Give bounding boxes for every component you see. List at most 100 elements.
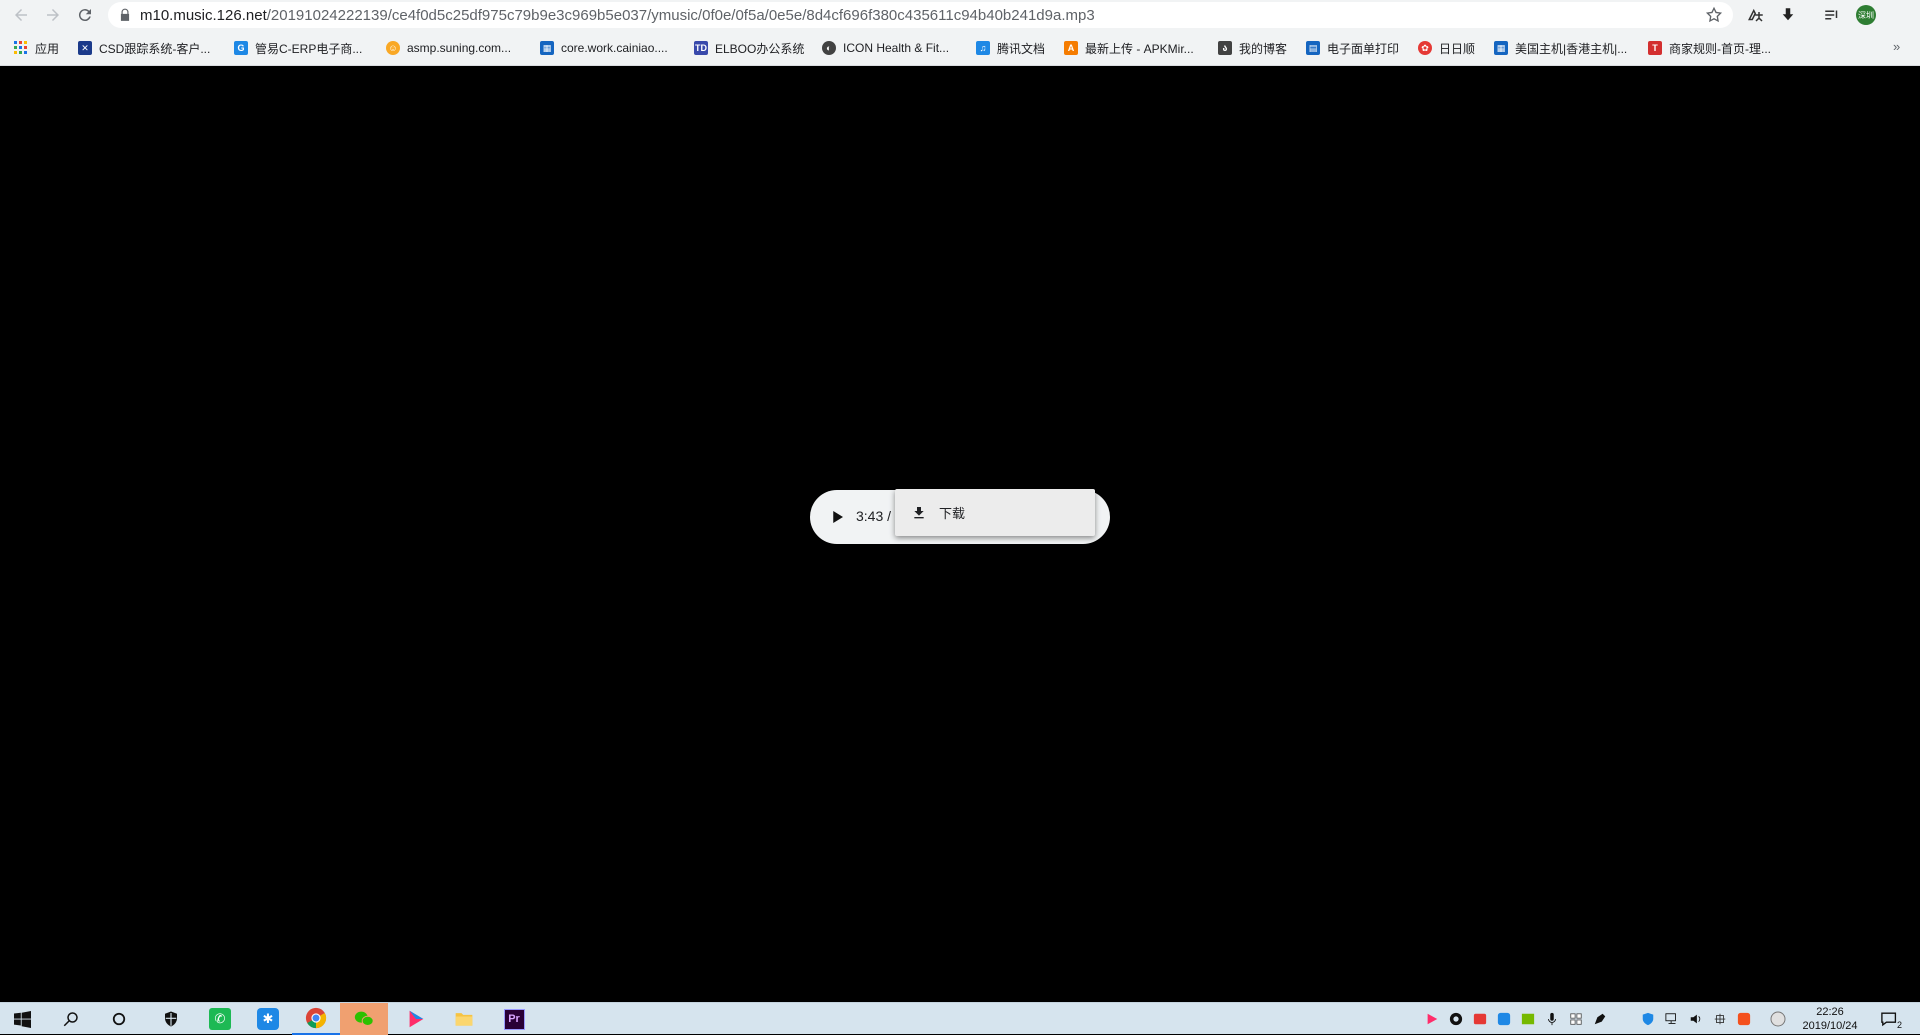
bookmark-cainiao[interactable]: ▦ core.work.cainiao....: [540, 39, 668, 57]
tray-network-icon[interactable]: [1664, 1011, 1680, 1027]
taskbar-app-premiere[interactable]: Pr: [490, 1003, 538, 1035]
bookmark-label: asmp.suning.com...: [407, 41, 512, 55]
arrow-left-icon: [15, 9, 27, 21]
csd-icon: ✕: [78, 41, 92, 55]
bookmark-tmall[interactable]: T 商家规则-首页-理...: [1648, 39, 1771, 57]
cortana-icon[interactable]: [108, 1008, 130, 1030]
download-menu-item[interactable]: 下载: [939, 503, 965, 522]
star-app-icon: ✱: [257, 1008, 279, 1030]
td-icon: TD: [694, 41, 708, 55]
chrome-icon: [305, 1007, 327, 1029]
bookmark-label: ELBOO办公系统: [715, 41, 805, 56]
lock-icon: [118, 8, 132, 22]
bookmark-label: core.work.cainiao....: [561, 41, 668, 55]
download-extension-icon[interactable]: [1778, 5, 1798, 25]
bookmark-apps[interactable]: 应用: [14, 39, 59, 57]
bookmark-host[interactable]: ▦ 美国主机|香港主机|...: [1494, 39, 1627, 57]
bookmark-elboo[interactable]: TD ELBOO办公系统: [694, 39, 804, 57]
cainiao-icon: ▦: [540, 41, 554, 55]
bookmark-label: 腾讯文档: [997, 41, 1046, 56]
apkmirror-icon: A: [1064, 41, 1078, 55]
guanyi-icon: G: [234, 41, 248, 55]
tray-microphone-icon[interactable]: [1544, 1011, 1560, 1027]
bookmark-rrs[interactable]: ✿ 日日顺: [1418, 39, 1475, 57]
icon-health-icon: ◐: [822, 41, 836, 55]
tray-shutter-icon[interactable]: [1448, 1011, 1464, 1027]
tmall-icon: T: [1648, 41, 1662, 55]
browser-toolbar: m10.music.126.net/20191024222139/ce4f0d5…: [0, 0, 1920, 30]
clock-date: 2019/10/24: [1802, 1020, 1858, 1032]
url-path: /20191024222139/ce4f0d5c25df975c79b9e3c9…: [266, 6, 1095, 24]
search-icon[interactable]: [60, 1008, 82, 1030]
taskbar-app-explorer[interactable]: [440, 1003, 488, 1035]
taskbar-app-wechat[interactable]: [340, 1003, 388, 1035]
windows-start-icon[interactable]: [11, 1008, 33, 1030]
translate-extension-icon[interactable]: [1746, 5, 1766, 25]
reload-icon: [78, 9, 91, 22]
notification-count: 2: [1896, 1020, 1902, 1030]
bookmark-guanyi[interactable]: G 管易C-ERP电子商...: [234, 39, 362, 57]
play-icon[interactable]: [828, 508, 846, 526]
taskbar-app-chrome[interactable]: [292, 1003, 340, 1035]
bookmark-label: 最新上传 - APKMir...: [1085, 41, 1194, 56]
taskbar-app-dingtalk[interactable]: ✱: [244, 1003, 292, 1035]
wechat-icon: [354, 1011, 374, 1026]
bookmark-label: 商家规则-首页-理...: [1669, 41, 1771, 56]
bookmark-star-icon[interactable]: [1705, 6, 1723, 24]
windows-taskbar: ✆ ✱ Pr 22:26 2019/10/24 2: [0, 1002, 1920, 1035]
profile-avatar[interactable]: 深圳: [1856, 5, 1876, 25]
bookmark-suning[interactable]: ☺ asmp.suning.com...: [386, 39, 511, 57]
tray-assistant-icon[interactable]: [1770, 1011, 1786, 1027]
bookmark-blog[interactable]: ა 我的博客: [1218, 39, 1287, 57]
playlist-extension-icon[interactable]: [1822, 5, 1842, 25]
arrow-right-icon: [47, 9, 59, 21]
tray-defender-icon[interactable]: [1640, 1011, 1656, 1027]
tray-grid-icon[interactable]: [1568, 1011, 1584, 1027]
tray-ime-icon[interactable]: [1712, 1011, 1728, 1027]
tray-nvidia-icon[interactable]: [1520, 1011, 1536, 1027]
phone-app-icon: ✆: [209, 1008, 231, 1030]
video-app-icon: [409, 1010, 424, 1028]
rrs-icon: ✿: [1418, 41, 1432, 55]
tray-volume-icon[interactable]: [1688, 1011, 1704, 1027]
suning-icon: ☺: [386, 41, 400, 55]
action-center-icon[interactable]: 2: [1880, 1011, 1902, 1030]
tencent-docs-icon: ♫: [976, 41, 990, 55]
address-bar[interactable]: m10.music.126.net/20191024222139/ce4f0d5…: [108, 2, 1733, 28]
taskbar-app-phone[interactable]: ✆: [196, 1003, 244, 1035]
clock-time: 22:26: [1816, 1006, 1844, 1018]
taskbar-app-video[interactable]: [392, 1003, 440, 1035]
back-button[interactable]: [10, 4, 32, 26]
tray-red-app-icon[interactable]: [1472, 1011, 1488, 1027]
download-icon: [914, 506, 924, 518]
bookmark-csd[interactable]: ✕ CSD跟踪系统-客户...: [78, 39, 210, 57]
tray-sogou-icon[interactable]: [1736, 1011, 1752, 1027]
player-overflow-menu: 下载: [895, 489, 1095, 536]
bookmark-label: 管易C-ERP电子商...: [255, 41, 363, 56]
tray-video-app-icon[interactable]: [1424, 1011, 1440, 1027]
bookmark-label: CSD跟踪系统-客户...: [99, 41, 211, 56]
bookmark-tencent-docs[interactable]: ♫ 腾讯文档: [976, 39, 1045, 57]
bookmark-print[interactable]: ▤ 电子面单打印: [1306, 39, 1399, 57]
tray-star-app-icon[interactable]: [1496, 1011, 1512, 1027]
security-shield-icon[interactable]: [160, 1008, 182, 1030]
tray-pen-icon[interactable]: [1592, 1011, 1608, 1027]
bookmark-icon-health[interactable]: ◐ ICON Health & Fit...: [822, 39, 949, 57]
bookmarks-overflow-chevron-icon[interactable]: »: [1893, 39, 1900, 54]
premiere-icon: Pr: [503, 1008, 525, 1030]
host-icon: ▦: [1494, 41, 1508, 55]
playback-time: 3:43 /: [856, 508, 892, 524]
bookmark-label: 应用: [35, 41, 60, 56]
bookmark-label: ICON Health & Fit...: [843, 41, 950, 55]
taskbar-clock[interactable]: 22:26 2019/10/24: [1790, 1005, 1870, 1033]
print-icon: ▤: [1306, 41, 1320, 55]
bookmark-label: 我的博客: [1239, 41, 1288, 56]
bookmark-apkmirror[interactable]: A 最新上传 - APKMir...: [1064, 39, 1194, 57]
url-host: m10.music.126.net: [140, 6, 267, 24]
bookmarks-bar: 应用 ✕ CSD跟踪系统-客户... G 管易C-ERP电子商... ☺ asm…: [0, 30, 1920, 66]
blog-icon: ა: [1218, 41, 1232, 55]
apps-grid-icon: [14, 41, 28, 55]
bookmark-label: 日日顺: [1439, 41, 1476, 56]
forward-button[interactable]: [42, 4, 64, 26]
reload-button[interactable]: [74, 4, 96, 26]
